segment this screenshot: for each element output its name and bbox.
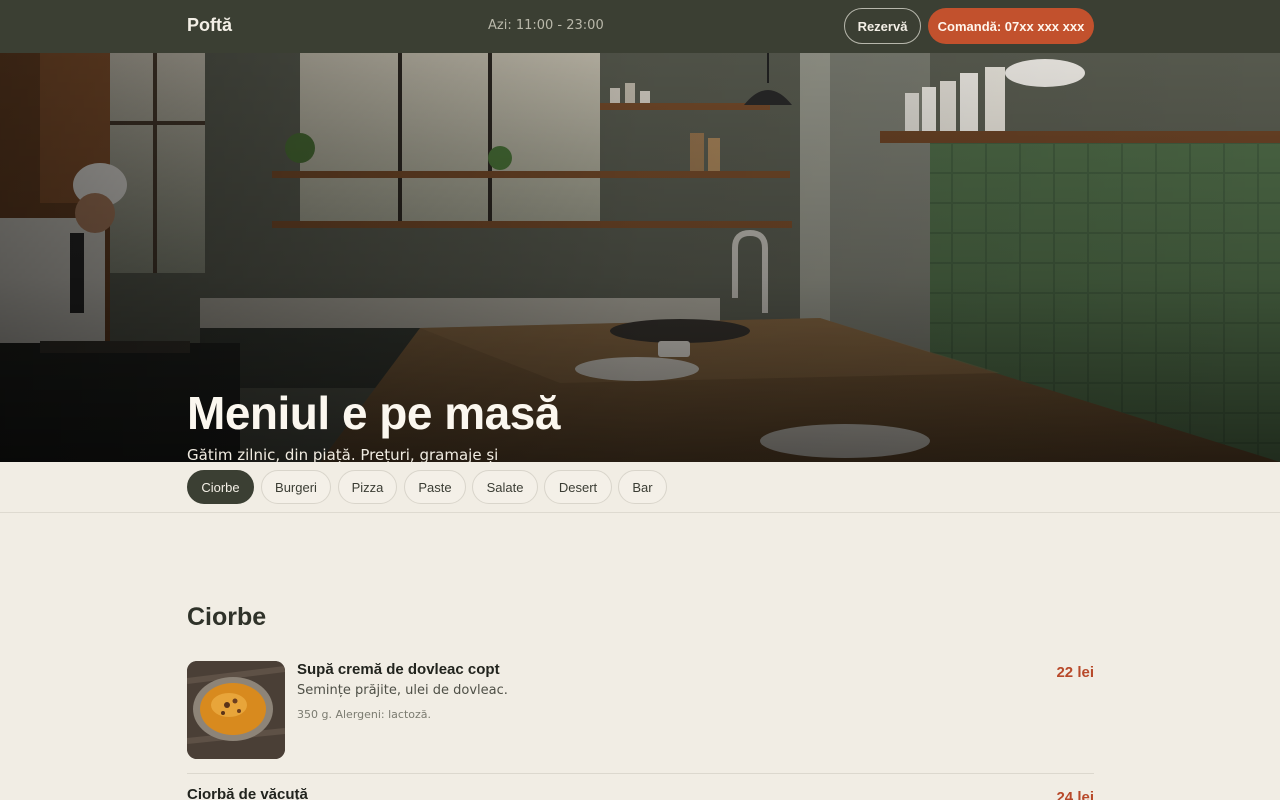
tab-bar[interactable]: Bar <box>618 470 667 504</box>
tab-salate[interactable]: Salate <box>472 470 538 504</box>
reserve-button[interactable]: Rezervă <box>844 8 921 44</box>
item-divider <box>187 773 1094 774</box>
hero-title: Meniul e pe masă <box>187 387 560 439</box>
hero-subtitle: Gătim zilnic, din piață. Prețuri, gramaj… <box>187 446 499 462</box>
tab-paste[interactable]: Paste <box>404 470 466 504</box>
category-tabs: Ciorbe Burgeri Pizza Paste Salate Desert… <box>0 462 1280 513</box>
tab-burgeri[interactable]: Burgeri <box>261 470 331 504</box>
dish-price: 24 lei <box>1056 789 1094 800</box>
menu-item[interactable]: Supă cremă de dovleac copt Semințe prăji… <box>187 661 1094 761</box>
hero-banner: Meniul e pe masă Gătim zilnic, din piață… <box>0 53 1280 462</box>
dish-description: Semințe prăjite, ulei de dovleac. <box>297 683 508 698</box>
dish-price: 22 lei <box>1056 664 1094 681</box>
menu-item[interactable]: Ciorbă de văcuță 24 lei <box>187 786 1094 800</box>
order-phone-button[interactable]: Comandă: 07xx xxx xxx <box>928 8 1094 44</box>
dish-name: Supă cremă de dovleac copt <box>297 661 500 678</box>
top-navbar: Poftă Azi: 11:00 - 23:00 Rezervă Comandă… <box>0 0 1280 53</box>
dish-name: Ciorbă de văcuță <box>187 786 308 800</box>
tab-pizza[interactable]: Pizza <box>338 470 397 504</box>
dish-weight-allergens: 350 g. Alergeni: lactoză. <box>297 708 432 721</box>
opening-hours: Azi: 11:00 - 23:00 <box>488 18 604 33</box>
tab-ciorbe[interactable]: Ciorbe <box>187 470 254 504</box>
tab-desert[interactable]: Desert <box>544 470 612 504</box>
dish-photo <box>187 661 285 759</box>
brand-logo[interactable]: Poftă <box>187 15 232 36</box>
section-title: Ciorbe <box>187 603 267 631</box>
